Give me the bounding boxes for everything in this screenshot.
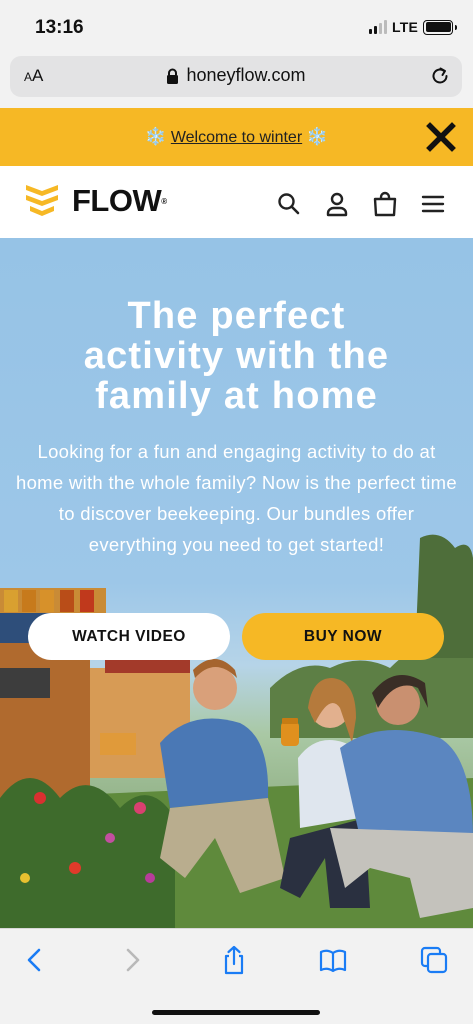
back-icon[interactable] bbox=[20, 945, 50, 975]
menu-icon[interactable] bbox=[420, 191, 446, 217]
snowflake-icon: ❄️ bbox=[306, 127, 328, 146]
hero-title: The perfect activity with the family at … bbox=[0, 296, 473, 416]
site-header: FLOW® bbox=[0, 166, 473, 238]
close-icon[interactable] bbox=[425, 121, 457, 153]
forward-icon[interactable] bbox=[117, 945, 147, 975]
hero-section: The perfect activity with the family at … bbox=[0, 238, 473, 928]
watch-video-button[interactable]: WATCH VIDEO bbox=[28, 613, 230, 660]
buy-now-button[interactable]: BUY NOW bbox=[242, 613, 444, 660]
share-icon[interactable] bbox=[219, 945, 249, 975]
search-icon[interactable] bbox=[276, 191, 302, 217]
url-display[interactable]: honeyflow.com bbox=[10, 65, 462, 86]
tabs-icon[interactable] bbox=[419, 945, 449, 975]
cart-bag-icon[interactable] bbox=[372, 191, 398, 217]
hero-title-line: family at home bbox=[95, 375, 378, 417]
bookmarks-icon[interactable] bbox=[318, 945, 348, 975]
status-time: 13:16 bbox=[35, 17, 84, 38]
hero-description: Looking for a fun and engaging activity … bbox=[16, 441, 457, 555]
brand-name: FLOW® bbox=[72, 183, 167, 218]
cellular-signal-icon bbox=[368, 20, 387, 34]
announcement-text: Welcome to winter bbox=[170, 129, 303, 146]
announcement-bar: ❄️ Welcome to winter ❄️ bbox=[0, 108, 473, 166]
lock-icon bbox=[167, 68, 179, 84]
url-text: honeyflow.com bbox=[186, 65, 306, 85]
hero-title-line: activity with the bbox=[83, 335, 390, 377]
honeycomb-logo-icon bbox=[26, 185, 58, 216]
network-type: LTE bbox=[391, 19, 418, 35]
browser-toolbar bbox=[0, 928, 473, 1024]
announcement-link[interactable]: ❄️ Welcome to winter ❄️ bbox=[0, 127, 473, 147]
status-bar: 13:16 LTE bbox=[0, 0, 473, 52]
hero-title-line: The perfect bbox=[127, 295, 346, 337]
account-icon[interactable] bbox=[324, 191, 350, 217]
status-indicators: LTE bbox=[368, 19, 457, 35]
address-bar[interactable]: AA honeyflow.com bbox=[10, 56, 462, 97]
snowflake-icon: ❄️ bbox=[145, 127, 167, 146]
reload-icon[interactable] bbox=[428, 64, 452, 88]
home-indicator[interactable] bbox=[152, 1010, 320, 1015]
battery-icon bbox=[423, 19, 457, 35]
flow-logo[interactable]: FLOW® bbox=[24, 182, 167, 220]
